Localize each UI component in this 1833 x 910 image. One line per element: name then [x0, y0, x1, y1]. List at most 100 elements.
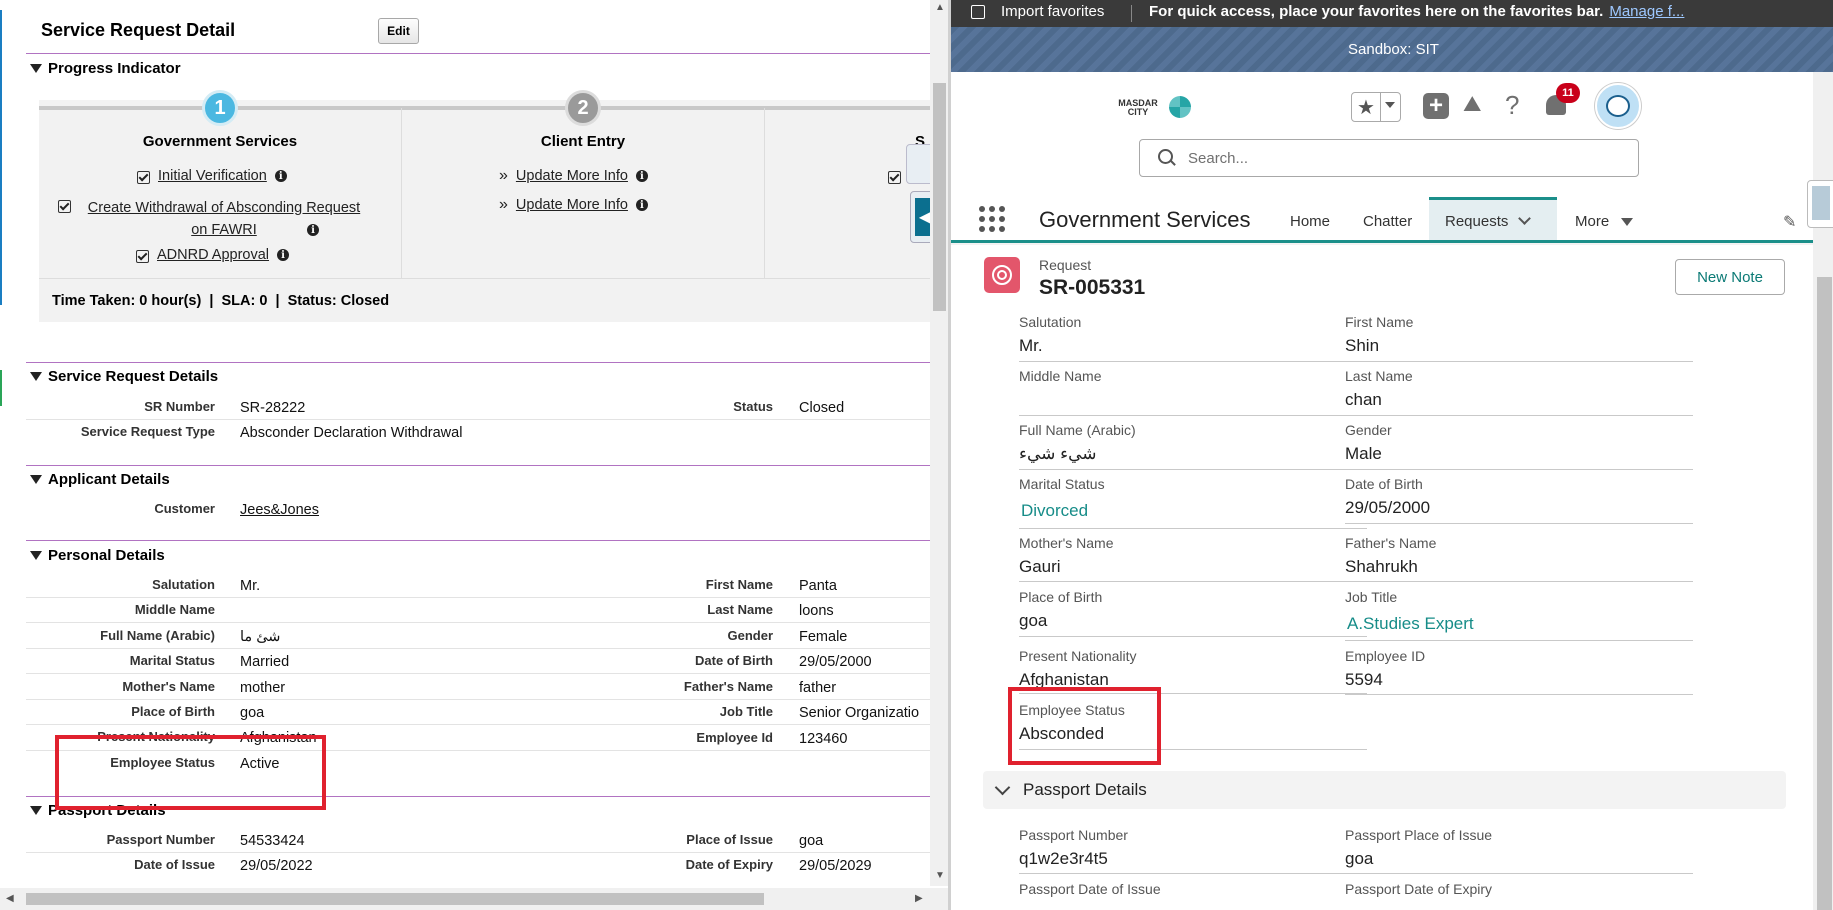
- field-label: Middle Name: [1019, 368, 1102, 384]
- caret-down-icon: [1621, 218, 1634, 226]
- collapse-triangle-icon[interactable]: [30, 806, 42, 815]
- global-actions-plus-icon[interactable]: +: [1423, 92, 1449, 119]
- row-divider: [26, 724, 932, 725]
- scrollbar-thumb[interactable]: [1817, 277, 1832, 910]
- field-label: Full Name (Arabic): [1019, 422, 1136, 438]
- chevron-down-icon[interactable]: [1518, 212, 1532, 225]
- section-applicant-details[interactable]: Applicant Details: [30, 471, 170, 488]
- chevron-down-icon[interactable]: [994, 779, 1011, 796]
- collapse-triangle-icon[interactable]: [30, 551, 42, 560]
- scrollbar-thumb[interactable]: [26, 893, 764, 905]
- task-link[interactable]: Create Withdrawal of Absconding Request …: [79, 197, 369, 241]
- section-personal-details[interactable]: Personal Details: [30, 547, 165, 564]
- nav-item-more[interactable]: More: [1575, 213, 1634, 230]
- favorites-button[interactable]: ★: [1351, 92, 1401, 122]
- trailhead-icon[interactable]: ⛰: [1463, 91, 1481, 117]
- import-favorites-link[interactable]: Import favorites: [1001, 3, 1104, 20]
- customer-link[interactable]: Jees&Jones: [240, 502, 319, 518]
- info-icon[interactable]: i: [274, 170, 287, 182]
- task-link[interactable]: Initial Verification: [158, 168, 267, 184]
- app-launcher-icon[interactable]: [979, 206, 1005, 232]
- field-value: 54533424: [240, 833, 305, 849]
- edit-nav-pencil-icon[interactable]: ✎: [1783, 212, 1796, 232]
- masdar-city-logo[interactable]: MASDAR CITY: [1113, 99, 1163, 117]
- star-icon: ★: [1357, 97, 1375, 119]
- divider: [26, 362, 930, 363]
- field-label: First Name: [1345, 314, 1414, 330]
- section-service-request-details[interactable]: Service Request Details: [30, 368, 218, 385]
- scroll-down-icon[interactable]: ▼: [935, 870, 945, 881]
- field-label: Last Name: [1345, 368, 1413, 384]
- field-value: Panta: [799, 578, 837, 594]
- scrollbar-thumb[interactable]: [933, 83, 946, 311]
- field-label: Employee Id: [696, 730, 773, 745]
- info-icon[interactable]: i: [635, 199, 648, 211]
- checkbox-icon: [58, 200, 71, 213]
- field-value: 29/05/2029: [799, 858, 872, 874]
- field-value: chan: [1345, 390, 1382, 409]
- task-link[interactable]: Update More Info: [516, 168, 628, 184]
- field-underline: [1019, 469, 1367, 470]
- info-icon[interactable]: i: [277, 249, 290, 261]
- field-underline: [1345, 415, 1693, 416]
- field-value: goa: [1345, 849, 1374, 868]
- row-divider: [26, 597, 932, 598]
- info-icon[interactable]: i: [635, 170, 648, 182]
- collapse-triangle-icon[interactable]: [30, 372, 42, 381]
- collapse-triangle-icon[interactable]: [30, 475, 42, 484]
- help-icon[interactable]: ?: [1505, 90, 1519, 121]
- info-icon[interactable]: i: [307, 224, 319, 236]
- field-label: Employee ID: [1345, 648, 1426, 664]
- favorites-message: For quick access, place your favorites h…: [1149, 3, 1684, 20]
- marital-status-link[interactable]: Divorced: [1021, 501, 1088, 521]
- step-2-circle: 2: [565, 90, 601, 126]
- chevron-down-icon[interactable]: [1385, 102, 1395, 108]
- user-avatar[interactable]: [1595, 83, 1641, 129]
- field-value: Mr.: [240, 578, 261, 594]
- section-passport-details[interactable]: Passport Details: [983, 771, 1786, 809]
- field-value: شيء شيء: [1019, 444, 1097, 463]
- field-label: Place of Issue: [686, 832, 773, 847]
- field-label: Date of Birth: [1345, 476, 1423, 492]
- app-name: Government Services: [1039, 207, 1251, 232]
- classic-sr-detail-pane: Service Request Detail Edit Progress Ind…: [0, 0, 948, 910]
- horizontal-scrollbar[interactable]: ◀ ▶: [0, 888, 948, 910]
- job-title-link[interactable]: A.Studies Expert: [1347, 614, 1474, 634]
- scroll-left-icon[interactable]: ◀: [6, 893, 14, 904]
- page-accent-bar-green: [0, 370, 2, 406]
- nav-item-label: Requests: [1445, 213, 1509, 230]
- task-link[interactable]: ADNRD Approval: [157, 247, 269, 263]
- field-value: 123460: [799, 731, 848, 747]
- field-label: Passport Date of Expiry: [1345, 881, 1493, 897]
- scroll-right-icon[interactable]: ▶: [915, 893, 923, 904]
- side-tab-icon: [1812, 186, 1830, 220]
- checkbox-icon: [137, 171, 150, 184]
- row-divider: [26, 622, 932, 623]
- field-underline: [1345, 523, 1693, 524]
- field-value: Shin: [1345, 336, 1380, 355]
- nav-item-requests[interactable]: Requests: [1445, 212, 1532, 230]
- scroll-up-icon[interactable]: ▲: [935, 2, 945, 13]
- task-initial-verification: Initial Verification i: [137, 168, 287, 184]
- section-progress-indicator[interactable]: Progress Indicator: [30, 60, 181, 77]
- nav-item-label: More: [1575, 213, 1610, 230]
- sandbox-banner: Sandbox: SIT: [951, 27, 1833, 72]
- logo-mark-icon: [1169, 96, 1191, 118]
- nav-item-chatter[interactable]: Chatter: [1363, 213, 1412, 230]
- field-value: father: [799, 680, 837, 696]
- field-label: Passport Number: [106, 832, 215, 847]
- new-note-button[interactable]: New Note: [1675, 259, 1785, 295]
- manage-favorites-link[interactable]: Manage f...: [1609, 3, 1684, 20]
- global-search-input[interactable]: Search...: [1139, 139, 1639, 177]
- field-underline: [1345, 469, 1693, 470]
- nav-item-home[interactable]: Home: [1290, 213, 1330, 230]
- import-icon[interactable]: [971, 5, 985, 19]
- vertical-scrollbar[interactable]: ▲ ▼: [930, 0, 948, 886]
- field-value: goa: [1019, 611, 1048, 630]
- edit-button[interactable]: Edit: [378, 18, 419, 44]
- utility-side-tab[interactable]: [1807, 180, 1833, 228]
- task-link[interactable]: Update More Info: [516, 197, 628, 213]
- collapse-triangle-icon[interactable]: [30, 64, 42, 73]
- field-value: Shahrukh: [1345, 557, 1418, 576]
- field-value: goa: [240, 705, 265, 721]
